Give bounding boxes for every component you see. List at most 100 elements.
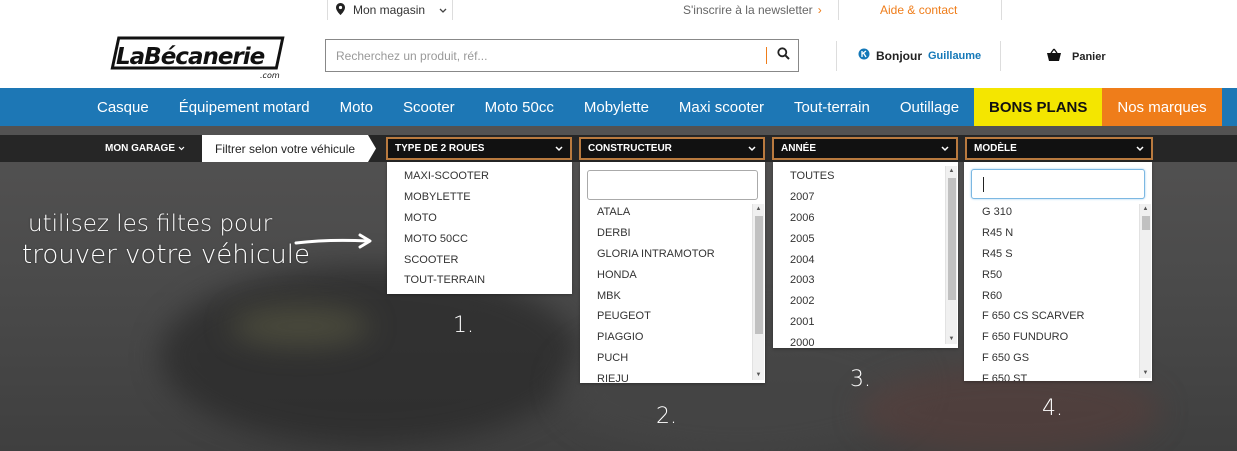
divider [1001, 0, 1002, 20]
nav-item-moto-50cc[interactable]: Moto 50cc [470, 88, 569, 126]
chevron-down-icon [555, 144, 563, 154]
dropdown-option[interactable]: HONDA [597, 264, 747, 285]
dropdown-option[interactable]: 2007 [790, 187, 940, 208]
nav-item-equipement-motard[interactable]: Équipement motard [164, 88, 325, 126]
newsletter-link[interactable]: S'inscrire à la newsletter › [683, 0, 822, 20]
nav-item-moto[interactable]: Moto [325, 88, 388, 126]
cart-button[interactable]: Panier [1046, 48, 1106, 65]
dropdown-option[interactable]: F 650 FUNDURO [982, 327, 1132, 348]
logo-text: LaBécanerie [116, 44, 265, 70]
dropdown-option[interactable]: 2001 [790, 312, 940, 333]
dropdown-option[interactable]: PUCH [597, 348, 747, 369]
nav-item-mobylette[interactable]: Mobylette [569, 88, 664, 126]
search-input[interactable] [326, 40, 766, 71]
cart-label: Panier [1072, 50, 1106, 63]
help-contact-link[interactable]: Aide & contact [880, 0, 957, 20]
dropdown-option[interactable]: R45 N [982, 223, 1132, 244]
dropdown-option[interactable]: 2000 [790, 332, 940, 346]
page: Mon magasin S'inscrire à la newsletter ›… [0, 0, 1237, 451]
modele-options: G 310 R45 N R45 S R50 R60 F 650 CS SCARV… [982, 202, 1132, 381]
scroll-down-icon[interactable]: ▼ [946, 334, 957, 344]
nav-item-scooter[interactable]: Scooter [388, 88, 470, 126]
filter-vehicle-label: Filtrer selon votre véhicule [202, 135, 376, 162]
arrow-right-icon [294, 233, 374, 254]
newsletter-label: S'inscrire à la newsletter [683, 3, 813, 17]
dropdown-option[interactable]: ATALA [597, 202, 747, 223]
nav-item-casque[interactable]: Casque [0, 88, 164, 126]
dropdown-option[interactable]: R45 S [982, 244, 1132, 265]
chevron-right-icon: › [817, 3, 822, 17]
dropdown-option[interactable]: MAXI-SCOOTER [404, 166, 572, 187]
chevron-down-icon [748, 144, 756, 154]
dropdown-option[interactable]: F 650 ST [982, 368, 1132, 381]
scroll-up-icon[interactable]: ▲ [753, 204, 764, 214]
account-link[interactable]: Bonjour Guillaume [858, 48, 981, 63]
store-selector[interactable]: Mon magasin [327, 0, 453, 20]
chevron-down-icon [178, 143, 185, 154]
select-label: TYPE DE 2 ROUES [395, 143, 485, 154]
select-label: CONSTRUCTEUR [588, 143, 672, 154]
dropdown-option[interactable]: TOUTES [790, 166, 940, 187]
scroll-down-icon[interactable]: ▼ [753, 370, 764, 380]
nav-item-tout-terrain[interactable]: Tout-terrain [779, 88, 885, 126]
scrollbar-thumb[interactable] [948, 178, 956, 300]
dropdown-option[interactable]: GLORIA INTRAMOTOR [597, 244, 747, 265]
site-logo[interactable]: LaBécanerie .com [110, 32, 290, 80]
cart-basket-icon [1046, 48, 1062, 65]
scroll-down-icon[interactable]: ▼ [1140, 368, 1151, 378]
greeting-text: Bonjour [876, 48, 922, 63]
annee-options: TOUTES 2007 2006 2005 2004 2003 2002 200… [790, 166, 940, 346]
search-button[interactable] [767, 40, 799, 71]
dropdown-option[interactable]: 2004 [790, 249, 940, 270]
dropdown-option[interactable]: PIAGGIO [597, 327, 747, 348]
dropdown-option[interactable]: 2005 [790, 228, 940, 249]
dropdown-annee-list: TOUTES 2007 2006 2005 2004 2003 2002 200… [773, 162, 958, 348]
dropdown-option[interactable]: TOUT-TERRAIN [404, 270, 572, 291]
step-number-2: 2. [656, 404, 677, 429]
nav-item-bons-plans[interactable]: BONS PLANS [974, 88, 1103, 126]
scroll-up-icon[interactable]: ▲ [946, 166, 957, 176]
constructeur-filter-input[interactable] [587, 170, 758, 200]
dropdown-option[interactable]: MBK [597, 285, 747, 306]
dropdown-modele-list: G 310 R45 N R45 S R50 R60 F 650 CS SCARV… [964, 162, 1152, 381]
dropdown-option[interactable]: R60 [982, 285, 1132, 306]
select-type-de-2-roues[interactable]: TYPE DE 2 ROUES [386, 137, 572, 160]
dropdown-option[interactable]: SCOOTER [404, 249, 572, 270]
top-utility-bar: Mon magasin S'inscrire à la newsletter ›… [0, 0, 1237, 20]
nav-item-maxi-scooter[interactable]: Maxi scooter [664, 88, 779, 126]
select-annee[interactable]: ANNÉE [772, 137, 958, 160]
dropdown-option[interactable]: PEUGEOT [597, 306, 747, 327]
modele-filter-input[interactable] [971, 169, 1145, 199]
dropdown-option[interactable]: MOBYLETTE [404, 187, 572, 208]
dropdown-option[interactable]: 2002 [790, 291, 940, 312]
modele-scrollbar[interactable]: ▲ ▼ [1139, 204, 1151, 378]
divider [1000, 41, 1001, 71]
dropdown-option[interactable]: G 310 [982, 202, 1132, 223]
scrollbar-thumb[interactable] [755, 216, 763, 334]
dropdown-option[interactable]: 2006 [790, 208, 940, 229]
constructeur-scrollbar[interactable]: ▲ ▼ [752, 204, 764, 380]
dropdown-option[interactable]: F 650 CS SCARVER [982, 306, 1132, 327]
annee-scrollbar[interactable]: ▲ ▼ [945, 166, 957, 344]
constructeur-options: ATALA DERBI GLORIA INTRAMOTOR HONDA MBK … [597, 202, 747, 383]
dropdown-option[interactable]: RIEJU [597, 368, 747, 383]
nav-item-nos-marques[interactable]: Nos marques [1102, 88, 1222, 126]
scroll-up-icon[interactable]: ▲ [1140, 204, 1151, 214]
nav-item-outillage[interactable]: Outillage [885, 88, 974, 126]
dropdown-option[interactable]: 2003 [790, 270, 940, 291]
dropdown-type-list: MAXI-SCOOTER MOBYLETTE MOTO MOTO 50CC SC… [387, 162, 572, 294]
select-constructeur[interactable]: CONSTRUCTEUR [579, 137, 765, 160]
select-modele[interactable]: MODÈLE [965, 137, 1153, 160]
dropdown-option[interactable]: F 650 GS [982, 348, 1132, 369]
instruction-line-1: utilisez les filtes pour [28, 211, 273, 237]
search-icon [776, 46, 790, 65]
dropdown-option[interactable]: R50 [982, 264, 1132, 285]
step-number-3: 3. [850, 367, 871, 392]
scrollbar-thumb[interactable] [1142, 216, 1150, 230]
dropdown-option[interactable]: MOTO [404, 208, 572, 229]
dropdown-option[interactable]: DERBI [597, 223, 747, 244]
user-badge-icon [858, 48, 870, 63]
dropdown-option[interactable]: MOTO 50CC [404, 228, 572, 249]
my-garage-menu[interactable]: MON GARAGE [105, 135, 185, 162]
step-number-4: 4. [1042, 396, 1063, 421]
